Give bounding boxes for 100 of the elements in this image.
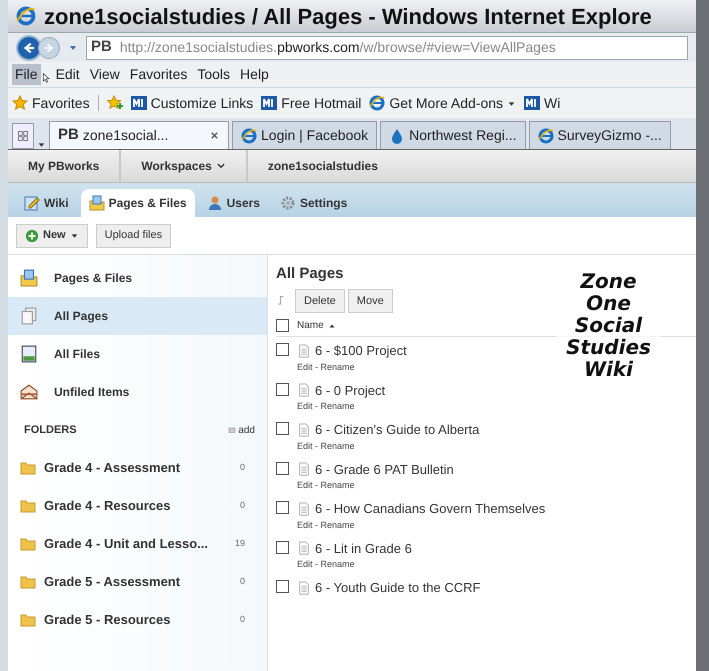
toolbar-button[interactable]: Delete [295,289,345,313]
browser-logo-icon [241,128,257,144]
tile-logo-icon [524,95,540,111]
close-icon [209,130,220,141]
page-link[interactable]: 6 - Citizen's Guide to Alberta [315,420,480,440]
favorite-link[interactable]: Free Hotmail [261,92,362,114]
page-link[interactable]: 6 - How Canadians Govern Themselves [315,499,546,518]
favorite-link[interactable]: Wi [524,92,560,114]
document-icon [297,344,311,358]
address-field[interactable]: PB http://zone1socialstudies.pbworks.com/w/browse/#view=ViewAllPages [86,36,688,60]
browser-tab[interactable]: SurveyGizmo -... [528,121,671,149]
checkbox[interactable] [276,540,289,554]
edit-rename-links[interactable]: Edit - Rename [297,360,407,374]
menu-item[interactable]: Help [237,64,272,85]
favorite-link[interactable]: Get More Add-ons [369,92,516,114]
checkbox[interactable] [276,343,289,356]
document-icon [297,502,311,516]
edit-rename-links[interactable]: Edit - Rename [297,440,480,453]
plus-icon [25,228,39,242]
add-favorite-icon [106,95,123,111]
favorite-link[interactable]: Customize Links [130,92,254,114]
sidebar-item[interactable]: Pages & Files [8,259,267,297]
nav-tab[interactable]: Settings [272,189,356,217]
folder-page-icon [88,195,105,211]
caption-line: One [586,292,631,314]
folder-page-icon [20,269,38,287]
new-button[interactable]: New [16,224,88,248]
add-favorite-button[interactable] [98,95,123,111]
site-label: PB [58,125,79,146]
upload-button[interactable]: Upload files [96,224,172,248]
user-icon [206,195,223,211]
menu-item[interactable]: File [12,64,41,85]
sidebar-item[interactable]: Unfiled Items [8,373,267,411]
caption-line: Wiki [584,358,634,380]
document-icon [297,422,311,437]
back-button[interactable] [16,34,42,60]
page-link[interactable]: 6 - $100 Project [315,341,407,360]
document-icon [297,580,311,595]
tab-label: zone1social... [82,126,168,145]
browser-tab[interactable]: Login | Facebook [232,121,378,149]
item-count: 0 [240,575,245,588]
edit-rename-links[interactable]: Edit - Rename [297,479,454,492]
item-count: 19 [234,537,245,550]
select-all-checkbox[interactable] [276,319,289,332]
checkbox[interactable] [276,501,289,514]
tab-label: SurveyGizmo -... [558,126,662,145]
pages-icon [20,307,38,325]
nav-tab[interactable]: Wiki [16,189,77,217]
page-heading: All Pages [276,264,344,284]
breadcrumb-link[interactable]: zone1socialstudies [248,150,398,182]
caption-line: Social [574,314,642,336]
tab-label: Northwest Regi... [409,126,517,145]
window-title: zone1socialstudies / All Pages - Windows Internet Explore [44,2,652,31]
menu-item[interactable]: View [86,64,123,85]
document-icon [297,462,311,476]
tile-logo-icon [261,95,278,111]
menu-item[interactable]: Favorites [126,64,190,85]
grid-icon [17,130,29,142]
page-link[interactable]: 6 - Grade 6 PAT Bulletin [315,460,454,479]
edit-rename-links[interactable]: Edit - Rename [297,558,412,572]
folder-link[interactable]: Grade 5 - Resources [44,610,232,630]
page-link[interactable]: 6 - 0 Project [315,380,386,400]
menu-item[interactable]: Tools [194,64,234,85]
edit-rename-links[interactable]: Edit - Rename [297,400,386,414]
caption-line: Studies [566,336,651,358]
back-arrow-icon [22,40,36,54]
quick-tabs-button[interactable] [12,123,34,149]
forward-arrow-icon [43,42,55,54]
edit-rename-links[interactable]: Edit - Rename [297,518,546,532]
settings-icon [280,195,296,211]
nav-tab[interactable]: Pages & Files [80,189,195,217]
favorite-link[interactable]: Favorites [12,92,90,114]
browser-logo-icon [538,128,554,144]
page-link[interactable]: 6 - Lit in Grade 6 [315,538,412,558]
browser-logo-icon [369,95,386,111]
nav-tab[interactable]: Users [198,189,268,217]
toolbar-button[interactable]: Move [348,289,393,313]
checkbox[interactable] [276,462,289,474]
checkbox[interactable] [276,382,289,396]
document-icon [297,541,311,556]
folder-link[interactable]: Grade 4 - Resources [44,496,232,516]
edit-page-icon [24,195,40,211]
section-heading: FOLDERS [24,422,77,438]
column-header[interactable]: Name [297,318,336,333]
menu-item[interactable]: Edit [52,64,83,85]
checkbox[interactable] [276,580,289,593]
folder-link[interactable]: Grade 5 - Assessment [44,572,232,592]
browser-logo-icon [16,6,36,26]
sidebar-item[interactable]: All Pages [8,297,267,335]
browser-tab[interactable]: Northwest Regi... [380,121,526,149]
browser-tab[interactable]: PB zone1social... [49,121,229,149]
page-link[interactable]: 6 - Youth Guide to the CCRF [315,578,480,598]
item-count: 0 [240,613,245,626]
tile-logo-icon [130,95,147,111]
site-label: PB [91,37,112,58]
folder-link[interactable]: Grade 4 - Unit and Lesso... [44,534,227,554]
folder-link[interactable]: Grade 4 - Assessment [44,458,232,478]
add-folder-link[interactable]: add [228,422,255,438]
checkbox[interactable] [276,422,289,435]
sidebar-item[interactable]: All Files [8,335,267,373]
